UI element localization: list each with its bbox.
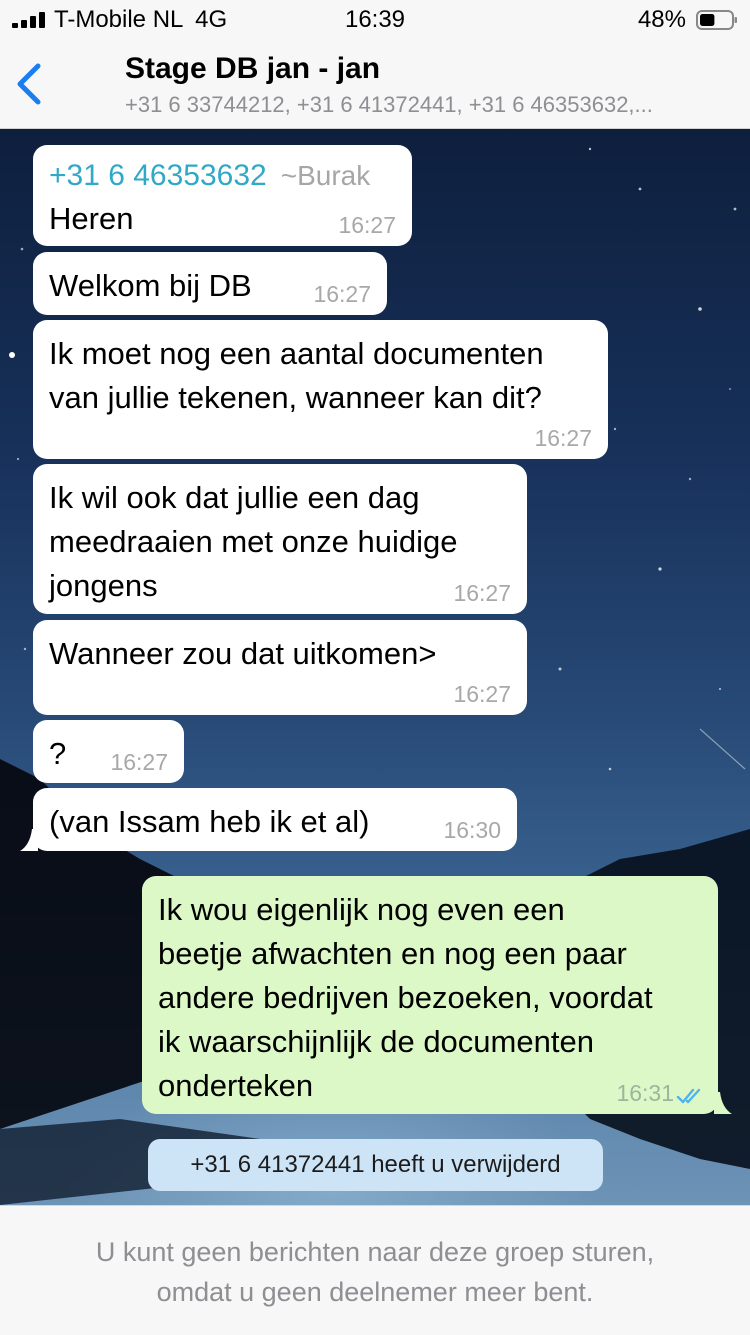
system-message: +31 6 41372441 heeft u verwijderd: [148, 1139, 603, 1191]
participants-list[interactable]: +31 6 33744212, +31 6 41372441, +31 6 46…: [125, 92, 740, 118]
battery-icon: [696, 10, 737, 30]
message-bubble-outgoing[interactable]: Ik wou eigenlijk nog even een beetje afw…: [142, 876, 732, 1114]
message-sender: +31 6 46353632 ~Burak: [49, 153, 396, 197]
message-time: 16:27: [338, 212, 396, 238]
message-bubble-incoming[interactable]: +31 6 46353632 ~Burak Heren 16:27: [33, 145, 412, 246]
message-time: 16:31: [616, 1080, 674, 1106]
message-time: 16:27: [453, 681, 511, 707]
chevron-left-icon[interactable]: [14, 60, 46, 108]
read-receipt-icon: [676, 1088, 701, 1104]
battery-percentage: 48%: [637, 6, 686, 33]
input-disabled-footer: U kunt geen berichten naar deze groep st…: [0, 1205, 750, 1335]
message-text: Ik wou eigenlijk nog even een beetje afw…: [158, 892, 653, 1103]
message-text: Wanneer zou dat uitkomen>: [49, 636, 437, 671]
message-time: 16:27: [313, 281, 371, 307]
message-time: 16:27: [534, 425, 592, 451]
chat-area[interactable]: +31 6 46353632 ~Burak Heren 16:27 Welkom …: [0, 129, 750, 1205]
chat-header: Stage DB jan - jan +31 6 33744212, +31 6…: [0, 40, 750, 129]
bubble-tail: [714, 1092, 732, 1114]
message-bubble-incoming[interactable]: (van Issam heb ik et al) 16:30: [20, 788, 517, 851]
message-text: Ik moet nog een aantal documenten van ju…: [49, 336, 544, 415]
sender-phone[interactable]: +31 6 46353632: [49, 159, 267, 192]
message-bubble-incoming[interactable]: Wanneer zou dat uitkomen> 16:27: [33, 620, 527, 715]
chat-title[interactable]: Stage DB jan - jan: [125, 52, 380, 86]
sender-alias: ~Burak: [280, 160, 371, 191]
message-time: 16:30: [443, 817, 501, 843]
message-time: 16:27: [110, 749, 168, 775]
message-bubble-incoming[interactable]: Ik moet nog een aantal documenten van ju…: [33, 320, 608, 459]
status-bar: T-Mobile NL 4G 16:39 48%: [0, 0, 750, 40]
message-time: 16:27: [453, 580, 511, 606]
message-text: (van Issam heb ik et al): [49, 804, 370, 839]
message-bubble-incoming[interactable]: ? 16:27: [33, 720, 184, 783]
message-text: Ik wil ook dat jullie een dag meedraaien…: [49, 480, 458, 603]
footer-notice: U kunt geen berichten naar deze groep st…: [95, 1237, 655, 1307]
message-bubble-incoming[interactable]: Ik wil ook dat jullie een dag meedraaien…: [33, 464, 527, 614]
bubble-tail: [20, 829, 38, 851]
message-bubble-incoming[interactable]: Welkom bij DB 16:27: [33, 252, 387, 315]
